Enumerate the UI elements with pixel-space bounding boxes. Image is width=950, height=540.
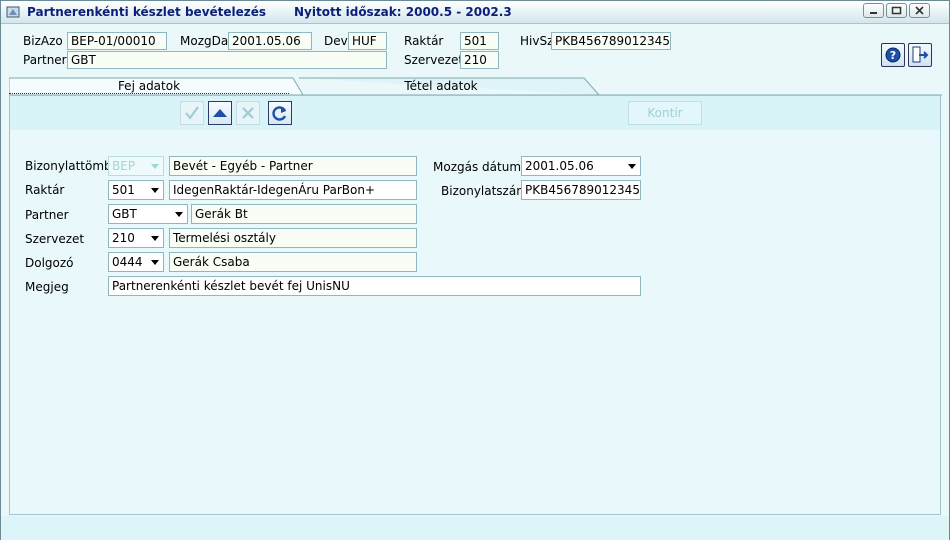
- bizonylatszam-input[interactable]: PKB456789012345: [521, 180, 641, 200]
- help-icon: ?: [885, 47, 901, 63]
- szervezet-desc: Termelési osztály: [169, 228, 417, 248]
- app-icon: [6, 6, 20, 18]
- mozgas-datuma-picker[interactable]: 2001.05.06: [521, 156, 641, 176]
- svg-text:?: ?: [890, 49, 896, 62]
- minimize-button[interactable]: [863, 3, 884, 18]
- dev-label: Dev: [324, 34, 348, 48]
- raktar-combo[interactable]: 501: [108, 180, 164, 200]
- open-period-label: Nyitott időszak: 2000.5 - 2002.3: [294, 5, 512, 19]
- chevron-down-icon: [151, 164, 159, 169]
- chevron-down-icon: [175, 212, 183, 217]
- minimize-icon: [870, 12, 877, 14]
- chevron-down-icon: [628, 164, 636, 169]
- tab-fej-adatok[interactable]: Fej adatok: [9, 79, 289, 94]
- chevron-down-icon: [151, 188, 159, 193]
- partner-value: GBT: [112, 207, 137, 221]
- ok-button[interactable]: [180, 101, 204, 125]
- szervezet-value: 210: [112, 231, 135, 245]
- help-button[interactable]: ?: [881, 43, 905, 67]
- dolgozo-value: 0444: [112, 255, 143, 269]
- refresh-button[interactable]: [268, 101, 292, 125]
- dolgozo-combo[interactable]: 0444: [108, 252, 164, 272]
- x-icon: [242, 107, 254, 119]
- raktar-header-field: 501: [460, 32, 499, 50]
- refresh-icon: [272, 106, 287, 121]
- megjeg-input[interactable]: Partnerenkénti készlet bevét fej UnisNU: [108, 276, 641, 296]
- bizonylattomb-value: BEP: [112, 159, 136, 173]
- megjeg-label: Megjeg: [25, 280, 69, 294]
- kontir-button[interactable]: Kontír: [628, 101, 702, 125]
- maximize-icon: [891, 6, 902, 15]
- raktar-desc: IdegenRaktár-IdegenÁru ParBon+: [169, 180, 417, 200]
- partner-desc: Gerák Bt: [191, 204, 417, 224]
- partner-combo[interactable]: GBT: [108, 204, 188, 224]
- bizonylattomb-label: Bizonylattömb: [25, 159, 112, 173]
- window-title: Partnerenkénti készlet bevételezés: [27, 5, 267, 19]
- maximize-button[interactable]: [886, 3, 907, 18]
- close-button[interactable]: [909, 3, 930, 18]
- szervezet-header-label: Szervezet: [404, 53, 464, 67]
- bizazo-label: BizAzo: [23, 34, 63, 48]
- dolgozo-label: Dolgozó: [25, 256, 74, 270]
- exit-icon: [912, 46, 929, 63]
- partner-label: Partner: [25, 208, 69, 222]
- szervezet-combo[interactable]: 210: [108, 228, 164, 248]
- toolbar: Kontír: [10, 96, 940, 130]
- exit-button[interactable]: [908, 43, 932, 67]
- hivsz-field: PKB456789012345: [551, 32, 671, 50]
- chevron-down-icon: [151, 236, 159, 241]
- dolgozo-desc: Gerák Csaba: [169, 252, 417, 272]
- raktar-header-label: Raktár: [404, 34, 444, 48]
- mozgdat-label: MozgDat: [180, 34, 233, 48]
- bottom-strip: [1, 516, 949, 540]
- dev-field: HUF: [348, 32, 387, 50]
- checkmark-icon: [185, 106, 199, 120]
- hivsz-label: HivSz: [520, 34, 554, 48]
- move-up-button[interactable]: [208, 101, 232, 125]
- main-window: Partnerenkénti készlet bevételezés Nyito…: [0, 0, 950, 540]
- tab-tetel-adatok[interactable]: Tétel adatok: [301, 79, 581, 93]
- close-icon: [915, 6, 924, 15]
- szervezet-label: Szervezet: [25, 232, 85, 246]
- partner-header-field: GBT: [67, 51, 387, 69]
- arrow-up-icon: [213, 109, 227, 117]
- chevron-down-icon: [151, 260, 159, 265]
- title-bar[interactable]: Partnerenkénti készlet bevételezés Nyito…: [1, 1, 949, 24]
- bizonylattomb-desc: Bevét - Egyéb - Partner: [169, 156, 417, 176]
- bizazo-field: BEP-01/00010: [67, 32, 167, 50]
- raktar-value: 501: [112, 183, 135, 197]
- delete-button[interactable]: [236, 101, 260, 125]
- partner-header-label: Partner: [23, 53, 67, 67]
- mozgas-datuma-value: 2001.05.06: [525, 159, 594, 173]
- raktar-label: Raktár: [25, 183, 65, 197]
- szervezet-header-field: 210: [460, 51, 499, 69]
- mozgas-datuma-label: Mozgás dátuma: [433, 160, 529, 174]
- bizonylatszam-label: Bizonylatszám: [441, 184, 528, 198]
- bizonylattomb-combo[interactable]: BEP: [108, 156, 164, 176]
- mozgdat-field: 2001.05.06: [228, 32, 312, 50]
